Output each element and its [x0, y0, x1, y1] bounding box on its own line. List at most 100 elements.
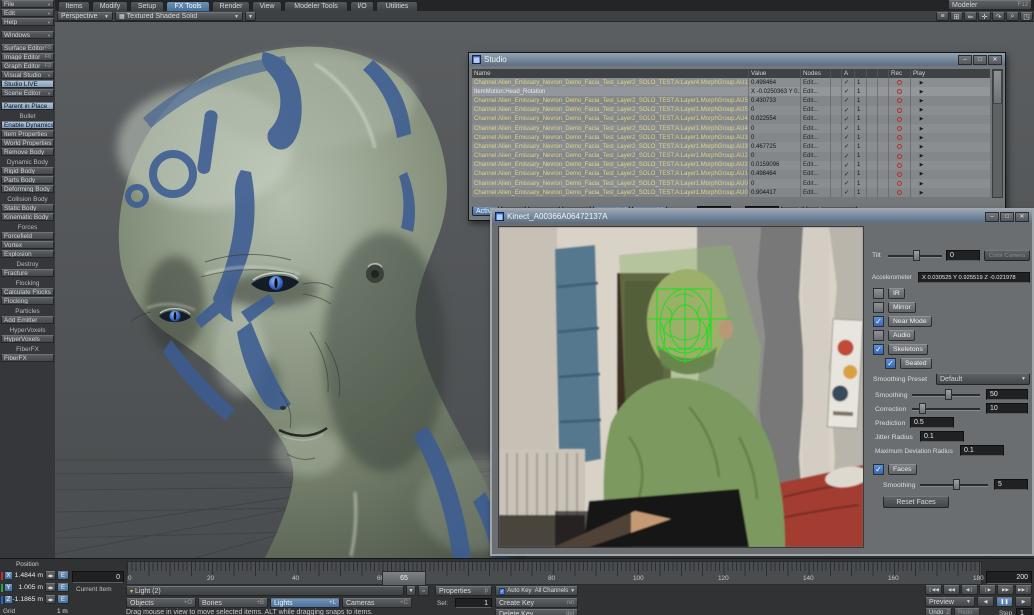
table-row[interactable]: Channel:Alien_Emissary_Nevron_Demo_Facia…	[472, 152, 990, 161]
parts-body-button[interactable]: Parts Body	[1, 176, 54, 184]
play-reverse-button[interactable]: ◀	[977, 597, 994, 607]
studio-live-button[interactable]: Studio LIVE	[1, 80, 54, 88]
undo-button[interactable]: UndoZ	[925, 608, 952, 615]
play-button[interactable]: ▶	[910, 179, 932, 188]
table-row[interactable]: Channel:Alien_Emissary_Nevron_Demo_Facia…	[472, 133, 990, 142]
play-button[interactable]: ▶	[910, 78, 932, 87]
maximize-icon[interactable]: □	[973, 55, 987, 65]
graph-editor-button[interactable]: Graph EditorF2	[1, 62, 54, 70]
preview-dropdown[interactable]: Preview▼	[925, 597, 975, 607]
viewport-pan-icon[interactable]: ⇐	[964, 12, 977, 21]
previous-frame-button[interactable]: ◀❘	[961, 585, 978, 595]
studio-titlebar[interactable]: ▦ Studio – □ ✕	[469, 53, 1005, 66]
view-mode-dropdown[interactable]: Perspective▼	[57, 12, 113, 21]
cameras-button[interactable]: Cameras+C	[342, 598, 412, 608]
mirror-checkbox[interactable]	[873, 302, 884, 313]
record-button[interactable]	[888, 188, 910, 197]
windows-menu[interactable]: Windows▼	[1, 31, 54, 39]
next-key-button[interactable]: ▶▶	[997, 585, 1014, 595]
x-stepper[interactable]: ◀▶	[45, 571, 56, 580]
ir-checkbox[interactable]	[873, 288, 884, 299]
tilt-slider[interactable]	[888, 250, 942, 261]
minimize-icon[interactable]: –	[958, 55, 972, 65]
current-frame-field[interactable]: 0	[72, 571, 124, 583]
table-row[interactable]: Channel:Alien_Emissary_Nevron_Demo_Facia…	[472, 179, 990, 188]
record-button[interactable]	[888, 161, 910, 170]
rigid-body-button[interactable]: Rigid Body	[1, 167, 54, 175]
parent-in-place-button[interactable]: Parent in Place	[1, 102, 54, 110]
tab-modify[interactable]: Modify	[92, 1, 128, 11]
record-button[interactable]	[888, 142, 910, 151]
table-scrollbar[interactable]	[992, 69, 1003, 198]
smoothing-field[interactable]: 50	[986, 389, 1028, 400]
close-icon[interactable]: ✕	[1015, 212, 1029, 222]
prediction-field[interactable]: 0.5	[910, 417, 954, 428]
viewport-maximize-icon[interactable]: ◳	[1020, 12, 1033, 21]
play-button[interactable]: ▶	[910, 115, 932, 124]
tab-view[interactable]: View	[252, 1, 282, 11]
audio-checkbox[interactable]	[873, 330, 884, 341]
shading-extra-dropdown[interactable]: ▼	[245, 12, 256, 21]
y-stepper[interactable]: ◀▶	[45, 583, 56, 592]
record-button[interactable]	[888, 152, 910, 161]
tab-items[interactable]: Items	[58, 1, 90, 11]
faces-toggle[interactable]: Faces	[888, 464, 917, 475]
table-row[interactable]: Channel:Alien_Emissary_Nevron_Demo_Facia…	[472, 142, 990, 151]
faces-smoothing-field[interactable]: 5	[994, 479, 1028, 490]
enable-dynamics-button[interactable]: Enable Dynamics	[1, 121, 54, 129]
record-button[interactable]	[888, 87, 910, 96]
static-body-button[interactable]: Static Body	[1, 204, 54, 212]
minimize-icon[interactable]: –	[985, 212, 999, 222]
table-row[interactable]: Channel:Alien_Emissary_Nevron_Demo_Facia…	[472, 188, 990, 197]
tab-modeler-tools[interactable]: Modeler Tools	[284, 1, 348, 11]
viewport-menu-icon[interactable]: ≡	[936, 12, 949, 21]
go-to-last-frame-button[interactable]: ▶▶❘	[1015, 585, 1032, 595]
redo-button[interactable]: Redo	[954, 608, 980, 615]
viewport-fit-icon[interactable]: ⊞	[950, 12, 963, 21]
step-field[interactable]: 1	[1016, 608, 1032, 615]
fiberfx-button[interactable]: FiberFX	[1, 354, 54, 362]
correction-slider[interactable]	[912, 403, 980, 414]
z-stepper[interactable]: ◀▶	[45, 595, 56, 604]
table-row[interactable]: Channel:Alien_Emissary_Nevron_Demo_Facia…	[472, 161, 990, 170]
bones-button[interactable]: Bones+B	[198, 598, 268, 608]
near-mode-toggle[interactable]: Near Mode	[888, 316, 932, 327]
table-row[interactable]: Channel:Alien_Emissary_Nevron_Demo_Facia…	[472, 115, 990, 124]
color-camera-button[interactable]: Color Camera	[984, 250, 1030, 261]
properties-button[interactable]: Propertiesp	[435, 586, 492, 596]
edit-menu[interactable]: Edit▼	[1, 9, 54, 17]
seated-checkbox[interactable]: ✓	[885, 358, 896, 369]
auto-key-checkbox[interactable]: ✓	[499, 588, 505, 595]
add-emitter-button[interactable]: Add Emitter	[1, 316, 54, 324]
pause-button[interactable]: ❚❚	[996, 597, 1013, 607]
record-button[interactable]	[888, 78, 910, 87]
help-menu[interactable]: Help▼	[1, 18, 54, 26]
y-envelope-button[interactable]: E	[57, 583, 69, 592]
play-button[interactable]: ▶	[910, 106, 932, 115]
kinect-titlebar[interactable]: ▦ Kinect_A00366A06472137A – □ ✕	[492, 210, 1032, 223]
item-swatch-icon[interactable]: ▫	[418, 586, 429, 596]
item-properties-button[interactable]: Item Properties	[1, 130, 54, 138]
viewport-move-icon[interactable]: ✛	[978, 12, 991, 21]
reset-faces-button[interactable]: Reset Faces	[883, 496, 949, 508]
current-item-dropdown[interactable]: ▾ Light (2)	[126, 586, 404, 596]
ir-toggle[interactable]: IR	[888, 288, 905, 299]
fracture-button[interactable]: Fracture	[1, 269, 54, 277]
correction-field[interactable]: 10	[986, 403, 1028, 414]
play-button[interactable]: ▶	[910, 133, 932, 142]
record-button[interactable]	[888, 133, 910, 142]
tab-setup[interactable]: Setup	[130, 1, 164, 11]
table-row[interactable]: Channel:Alien_Emissary_Nevron_Demo_Facia…	[472, 124, 990, 133]
skeletons-toggle[interactable]: Skeletons	[888, 344, 928, 355]
max-deviation-field[interactable]: 0.1	[960, 445, 1004, 456]
file-menu[interactable]: File▼	[1, 0, 54, 8]
record-button[interactable]	[888, 124, 910, 133]
play-button[interactable]: ▶	[910, 161, 932, 170]
shading-mode-dropdown[interactable]: ▦ Textured Shaded Solid▼	[115, 12, 243, 21]
auto-key-toggle[interactable]: ✓ Auto Key All Channels ▼	[495, 586, 578, 596]
flocking-button[interactable]: Flocking	[1, 297, 54, 305]
deforming-body-button[interactable]: Deforming Body	[1, 185, 54, 193]
vortex-button[interactable]: Vortex	[1, 241, 54, 249]
skeletons-checkbox[interactable]: ✓	[873, 344, 884, 355]
forcefield-button[interactable]: Forcefield	[1, 232, 54, 240]
